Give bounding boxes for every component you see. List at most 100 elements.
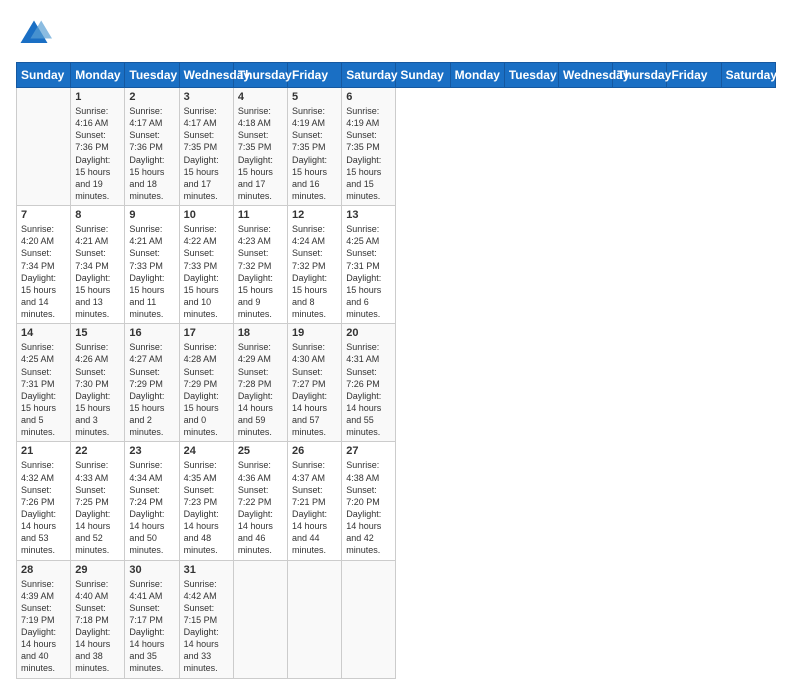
- header-day-monday: Monday: [450, 63, 504, 88]
- cell-content: Sunrise: 4:20 AM Sunset: 7:34 PM Dayligh…: [21, 223, 66, 320]
- cell-content: Sunrise: 4:42 AM Sunset: 7:15 PM Dayligh…: [184, 578, 229, 675]
- header: [16, 16, 776, 52]
- calendar-cell: [288, 560, 342, 678]
- day-number: 26: [292, 445, 337, 457]
- cell-content: Sunrise: 4:25 AM Sunset: 7:31 PM Dayligh…: [346, 223, 391, 320]
- calendar-week-1: 1 Sunrise: 4:16 AM Sunset: 7:36 PM Daylig…: [17, 88, 776, 206]
- calendar-cell: 21Sunrise: 4:32 AM Sunset: 7:26 PM Dayli…: [17, 442, 71, 560]
- day-number: 24: [184, 445, 229, 457]
- calendar-cell: 31 Sunrise: 4:42 AM Sunset: 7:15 PM Dayli…: [179, 560, 233, 678]
- header-day-sunday: Sunday: [396, 63, 450, 88]
- day-number: 21: [21, 445, 66, 457]
- day-number: 3: [184, 91, 229, 103]
- cell-content: Sunrise: 4:40 AM Sunset: 7:18 PM Dayligh…: [75, 578, 120, 675]
- cell-content: Sunrise: 4:29 AM Sunset: 7:28 PM Dayligh…: [238, 341, 283, 438]
- cell-content: Sunrise: 4:34 AM Sunset: 7:24 PM Dayligh…: [129, 459, 174, 556]
- day-number: 4: [238, 91, 283, 103]
- cell-content: Sunrise: 4:41 AM Sunset: 7:17 PM Dayligh…: [129, 578, 174, 675]
- header-thursday: Thursday: [233, 63, 287, 88]
- cell-content: Sunrise: 4:26 AM Sunset: 7:30 PM Dayligh…: [75, 341, 120, 438]
- day-number: 2: [129, 91, 174, 103]
- cell-content: Sunrise: 4:23 AM Sunset: 7:32 PM Dayligh…: [238, 223, 283, 320]
- calendar-cell: 5 Sunrise: 4:19 AM Sunset: 7:35 PM Daylig…: [288, 88, 342, 206]
- day-number: 22: [75, 445, 120, 457]
- calendar-cell: 30Sunrise: 4:41 AM Sunset: 7:17 PM Dayli…: [125, 560, 179, 678]
- calendar-cell: 10 Sunrise: 4:22 AM Sunset: 7:33 PM Dayli…: [179, 206, 233, 324]
- calendar-cell: 22 Sunrise: 4:33 AM Sunset: 7:25 PM Dayli…: [71, 442, 125, 560]
- header-monday: Monday: [71, 63, 125, 88]
- cell-content: Sunrise: 4:31 AM Sunset: 7:26 PM Dayligh…: [346, 341, 391, 438]
- calendar-cell: 24 Sunrise: 4:35 AM Sunset: 7:23 PM Dayli…: [179, 442, 233, 560]
- day-number: 10: [184, 209, 229, 221]
- day-number: 5: [292, 91, 337, 103]
- logo: [16, 16, 56, 52]
- calendar-cell: 20 Sunrise: 4:31 AM Sunset: 7:26 PM Dayli…: [342, 324, 396, 442]
- header-friday: Friday: [288, 63, 342, 88]
- day-number: 14: [21, 327, 66, 339]
- calendar-week-5: 28Sunrise: 4:39 AM Sunset: 7:19 PM Dayli…: [17, 560, 776, 678]
- header-sunday: Sunday: [17, 63, 71, 88]
- day-number: 20: [346, 327, 391, 339]
- cell-content: Sunrise: 4:19 AM Sunset: 7:35 PM Dayligh…: [292, 105, 337, 202]
- logo-icon: [16, 16, 52, 52]
- calendar-cell: 2Sunrise: 4:17 AM Sunset: 7:36 PM Daylig…: [125, 88, 179, 206]
- day-number: 27: [346, 445, 391, 457]
- calendar-cell: 26 Sunrise: 4:37 AM Sunset: 7:21 PM Dayli…: [288, 442, 342, 560]
- day-number: 1: [75, 91, 120, 103]
- day-number: 11: [238, 209, 283, 221]
- cell-content: Sunrise: 4:37 AM Sunset: 7:21 PM Dayligh…: [292, 459, 337, 556]
- calendar-cell: 4 Sunrise: 4:18 AM Sunset: 7:35 PM Daylig…: [233, 88, 287, 206]
- cell-content: Sunrise: 4:16 AM Sunset: 7:36 PM Dayligh…: [75, 105, 120, 202]
- cell-content: Sunrise: 4:27 AM Sunset: 7:29 PM Dayligh…: [129, 341, 174, 438]
- calendar-cell: 16Sunrise: 4:27 AM Sunset: 7:29 PM Dayli…: [125, 324, 179, 442]
- header-day-wednesday: Wednesday: [559, 63, 613, 88]
- calendar-cell: 14 Sunrise: 4:25 AM Sunset: 7:31 PM Dayli…: [17, 324, 71, 442]
- cell-content: Sunrise: 4:33 AM Sunset: 7:25 PM Dayligh…: [75, 459, 120, 556]
- day-number: 31: [184, 564, 229, 576]
- day-number: 29: [75, 564, 120, 576]
- calendar-cell: 9 Sunrise: 4:21 AM Sunset: 7:33 PM Daylig…: [125, 206, 179, 324]
- day-number: 17: [184, 327, 229, 339]
- calendar-week-4: 21Sunrise: 4:32 AM Sunset: 7:26 PM Dayli…: [17, 442, 776, 560]
- cell-content: Sunrise: 4:30 AM Sunset: 7:27 PM Dayligh…: [292, 341, 337, 438]
- header-day-saturday: Saturday: [721, 63, 775, 88]
- calendar-cell: 8 Sunrise: 4:21 AM Sunset: 7:34 PM Daylig…: [71, 206, 125, 324]
- day-number: 8: [75, 209, 120, 221]
- calendar-header-row: SundayMondayTuesdayWednesdayThursdayFrid…: [17, 63, 776, 88]
- calendar-cell: 19 Sunrise: 4:30 AM Sunset: 7:27 PM Dayli…: [288, 324, 342, 442]
- calendar-cell: [233, 560, 287, 678]
- calendar-cell: 17 Sunrise: 4:28 AM Sunset: 7:29 PM Dayli…: [179, 324, 233, 442]
- cell-content: Sunrise: 4:18 AM Sunset: 7:35 PM Dayligh…: [238, 105, 283, 202]
- cell-content: Sunrise: 4:19 AM Sunset: 7:35 PM Dayligh…: [346, 105, 391, 202]
- calendar-cell: 6Sunrise: 4:19 AM Sunset: 7:35 PM Daylig…: [342, 88, 396, 206]
- header-tuesday: Tuesday: [125, 63, 179, 88]
- cell-content: Sunrise: 4:21 AM Sunset: 7:34 PM Dayligh…: [75, 223, 120, 320]
- calendar-cell: 11 Sunrise: 4:23 AM Sunset: 7:32 PM Dayli…: [233, 206, 287, 324]
- calendar-cell: 15Sunrise: 4:26 AM Sunset: 7:30 PM Dayli…: [71, 324, 125, 442]
- cell-content: Sunrise: 4:21 AM Sunset: 7:33 PM Dayligh…: [129, 223, 174, 320]
- calendar-cell: 18 Sunrise: 4:29 AM Sunset: 7:28 PM Dayli…: [233, 324, 287, 442]
- day-number: 18: [238, 327, 283, 339]
- cell-content: Sunrise: 4:22 AM Sunset: 7:33 PM Dayligh…: [184, 223, 229, 320]
- day-number: 12: [292, 209, 337, 221]
- cell-content: Sunrise: 4:17 AM Sunset: 7:35 PM Dayligh…: [184, 105, 229, 202]
- day-number: 9: [129, 209, 174, 221]
- calendar-cell: 29 Sunrise: 4:40 AM Sunset: 7:18 PM Dayli…: [71, 560, 125, 678]
- calendar-cell: [342, 560, 396, 678]
- calendar-cell: 23 Sunrise: 4:34 AM Sunset: 7:24 PM Dayli…: [125, 442, 179, 560]
- day-number: 7: [21, 209, 66, 221]
- cell-content: Sunrise: 4:24 AM Sunset: 7:32 PM Dayligh…: [292, 223, 337, 320]
- calendar-week-3: 14 Sunrise: 4:25 AM Sunset: 7:31 PM Dayli…: [17, 324, 776, 442]
- header-day-thursday: Thursday: [613, 63, 667, 88]
- day-number: 23: [129, 445, 174, 457]
- calendar-cell: 7 Sunrise: 4:20 AM Sunset: 7:34 PM Daylig…: [17, 206, 71, 324]
- day-number: 19: [292, 327, 337, 339]
- header-day-friday: Friday: [667, 63, 721, 88]
- header-day-tuesday: Tuesday: [504, 63, 558, 88]
- cell-content: Sunrise: 4:36 AM Sunset: 7:22 PM Dayligh…: [238, 459, 283, 556]
- cell-content: Sunrise: 4:28 AM Sunset: 7:29 PM Dayligh…: [184, 341, 229, 438]
- cell-content: Sunrise: 4:25 AM Sunset: 7:31 PM Dayligh…: [21, 341, 66, 438]
- calendar-table: SundayMondayTuesdayWednesdayThursdayFrid…: [16, 62, 776, 679]
- calendar-cell: 3 Sunrise: 4:17 AM Sunset: 7:35 PM Daylig…: [179, 88, 233, 206]
- cell-content: Sunrise: 4:35 AM Sunset: 7:23 PM Dayligh…: [184, 459, 229, 556]
